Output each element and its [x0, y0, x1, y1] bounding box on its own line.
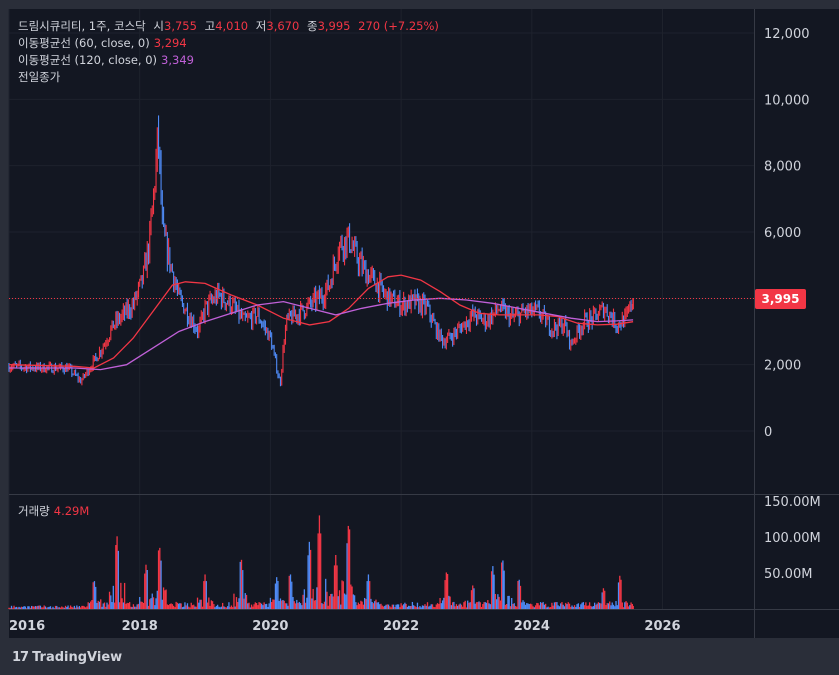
- tradingview-name: TradingView: [32, 650, 123, 665]
- price-tick-label: 6,000: [764, 226, 801, 241]
- volume-value: 4.29M: [53, 504, 90, 518]
- price-tick-label: 2,000: [764, 359, 801, 374]
- prev-close-legend[interactable]: 전일종가: [18, 70, 64, 84]
- low-value: 3,670: [266, 19, 300, 33]
- low-label: 저: [255, 19, 267, 33]
- volume-axis-labels[interactable]: 150.00M 100.00M 50.00M: [764, 495, 821, 582]
- time-tick-label: 2018: [122, 619, 158, 634]
- high-value: 4,010: [215, 19, 249, 33]
- time-axis-labels[interactable]: 2016 2018 2020 2022 2024 2026: [9, 619, 681, 634]
- price-tick-label: 8,000: [764, 160, 801, 175]
- last-price-tag: 3,995: [755, 289, 806, 309]
- volume-bars: [8, 515, 634, 609]
- tradingview-logo-icon: 17: [12, 650, 29, 665]
- price-series: [8, 115, 634, 387]
- time-tick-label: 2026: [644, 619, 680, 634]
- chart-svg[interactable]: 12,00010,0008,0006,0004,0002,0000 150.00…: [0, 0, 839, 675]
- ma120-value: 3,349: [161, 53, 194, 67]
- time-tick-label: 2022: [383, 619, 419, 634]
- symbol-legend[interactable]: 드림시큐리티, 1주, 코스닥 시3,755 고4,010 저3,670 종3,…: [18, 19, 443, 33]
- volume-tick-label: 100.00M: [764, 531, 821, 546]
- prev-close-label: 전일종가: [18, 70, 61, 84]
- price-axis-labels[interactable]: 12,00010,0008,0006,0004,0002,0000: [764, 27, 810, 440]
- price-tick-label: 0: [764, 425, 772, 440]
- ma60-legend[interactable]: 이동평균선 (60, close, 0) 3,294: [18, 36, 191, 50]
- volume-legend[interactable]: 거래량 4.29M: [18, 504, 93, 518]
- open-value: 3,755: [164, 19, 197, 33]
- ma60-value: 3,294: [153, 36, 187, 50]
- close-label: 종: [306, 19, 318, 33]
- volume-tick-label: 50.00M: [764, 567, 812, 582]
- time-tick-label: 2024: [514, 619, 550, 634]
- time-tick-label: 2016: [9, 619, 45, 634]
- symbol-name[interactable]: 드림시큐리티, 1주, 코스닥: [18, 19, 146, 33]
- close-value: 3,995: [317, 19, 351, 33]
- ma120-label: 이동평균선 (120, close, 0): [18, 53, 158, 67]
- open-label: 시: [153, 19, 164, 33]
- chart-frame: 12,00010,0008,0006,0004,0002,0000 150.00…: [0, 0, 839, 675]
- ma120-legend[interactable]: 이동평균선 (120, close, 0) 3,349: [18, 53, 198, 67]
- price-tick-label: 10,000: [764, 93, 810, 108]
- ma60-label: 이동평균선 (60, close, 0): [18, 36, 150, 50]
- volume-tick-label: 150.00M: [764, 495, 821, 510]
- grid-lines: [8, 9, 754, 609]
- price-tick-label: 12,000: [764, 27, 810, 42]
- volume-label: 거래량: [18, 504, 50, 518]
- change-value: 270 (+7.25%): [358, 19, 439, 33]
- high-label: 고: [204, 19, 216, 33]
- time-tick-label: 2020: [252, 619, 288, 634]
- tradingview-branding[interactable]: 17 TradingView: [12, 650, 122, 665]
